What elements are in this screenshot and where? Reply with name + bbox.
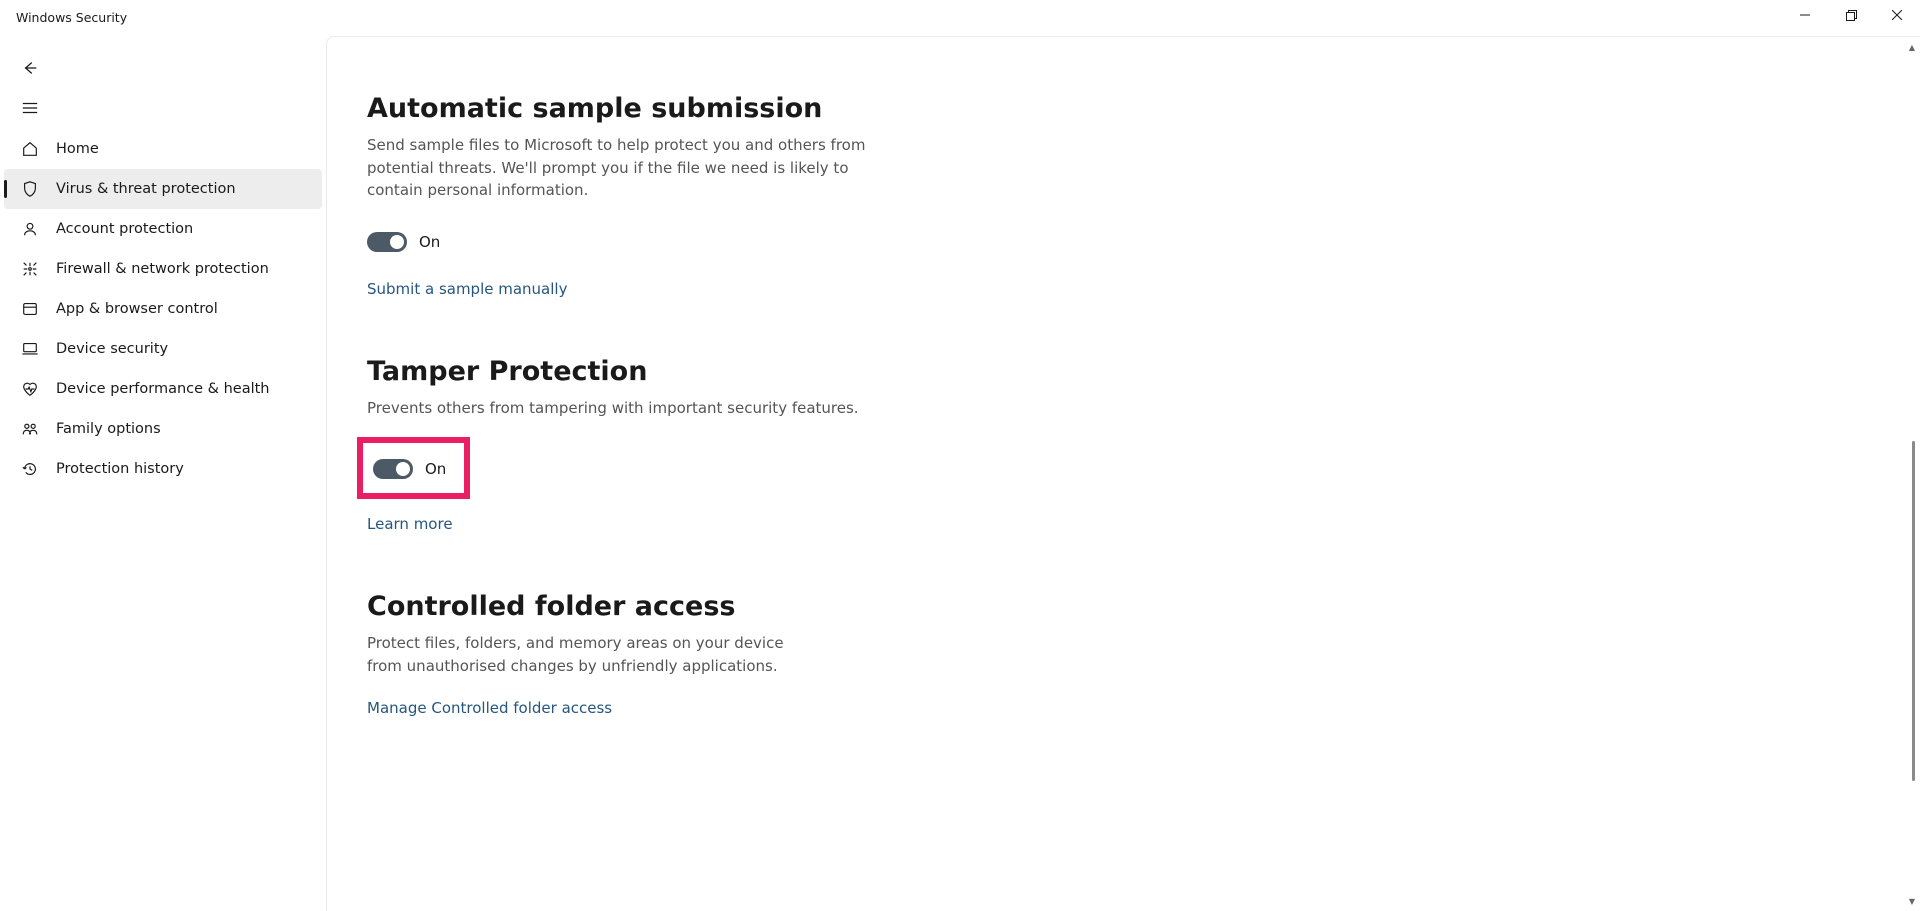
sidebar-item-label: Firewall & network protection	[56, 261, 269, 277]
scroll-thumb[interactable]	[1912, 441, 1915, 781]
arrow-left-icon	[21, 59, 39, 77]
sidebar-item-label: Virus & threat protection	[56, 181, 236, 197]
section-title: Automatic sample submission	[367, 93, 1880, 124]
device-icon	[21, 340, 39, 358]
section-title: Tamper Protection	[367, 356, 1880, 387]
section-description: Protect files, folders, and memory areas…	[367, 632, 817, 677]
sidebar-item-label: App & browser control	[56, 301, 218, 317]
section-controlled-folder-access: Controlled folder access Protect files, …	[367, 591, 1880, 717]
section-automatic-sample-submission: Automatic sample submission Send sample …	[367, 93, 1880, 298]
toggle-state-label: On	[419, 233, 440, 251]
back-button[interactable]	[4, 48, 322, 88]
sidebar-item-family-options[interactable]: Family options	[4, 409, 322, 449]
sidebar-item-label: Protection history	[56, 461, 184, 477]
family-icon	[21, 420, 39, 438]
sidebar-item-firewall[interactable]: Firewall & network protection	[4, 249, 322, 289]
shield-icon	[21, 180, 39, 198]
history-icon	[21, 460, 39, 478]
sidebar-item-label: Account protection	[56, 221, 193, 237]
vertical-scrollbar[interactable]: ▲ ▼	[1906, 41, 1918, 907]
nav-hamburger-button[interactable]	[4, 88, 322, 128]
scroll-up-icon: ▲	[1906, 41, 1918, 53]
window-controls	[1782, 0, 1920, 30]
sidebar-item-home[interactable]: Home	[4, 129, 322, 169]
toggle-switch-icon	[373, 459, 413, 479]
link-manage-controlled-folder-access[interactable]: Manage Controlled folder access	[367, 699, 1880, 717]
sidebar-item-device-security[interactable]: Device security	[4, 329, 322, 369]
app-browser-icon	[21, 300, 39, 318]
section-description: Prevents others from tampering with impo…	[367, 397, 867, 420]
link-submit-sample-manually[interactable]: Submit a sample manually	[367, 280, 1880, 298]
scroll-down-icon: ▼	[1906, 895, 1918, 907]
firewall-icon	[21, 260, 39, 278]
toggle-state-label: On	[425, 460, 446, 478]
maximize-button[interactable]	[1828, 0, 1874, 30]
highlight-annotation: On	[357, 437, 470, 499]
minimize-button[interactable]	[1782, 0, 1828, 30]
section-tamper-protection: Tamper Protection Prevents others from t…	[367, 356, 1880, 534]
section-title: Controlled folder access	[367, 591, 1880, 622]
toggle-tamper-protection[interactable]: On	[367, 459, 446, 479]
hamburger-icon	[21, 99, 39, 117]
account-icon	[21, 220, 39, 238]
sidebar-item-label: Family options	[56, 421, 161, 437]
sidebar: Home Virus & threat protection Account p…	[0, 36, 326, 911]
sidebar-item-device-performance[interactable]: Device performance & health	[4, 369, 322, 409]
health-icon	[21, 380, 39, 398]
window-title: Windows Security	[16, 0, 127, 25]
content-panel: Automatic sample submission Send sample …	[326, 36, 1920, 911]
toggle-switch-icon	[367, 232, 407, 252]
sidebar-item-protection-history[interactable]: Protection history	[4, 449, 322, 489]
section-description: Send sample files to Microsoft to help p…	[367, 134, 867, 202]
sidebar-item-label: Home	[56, 141, 99, 157]
home-icon	[21, 140, 39, 158]
close-button[interactable]	[1874, 0, 1920, 30]
link-learn-more[interactable]: Learn more	[367, 515, 1880, 533]
sidebar-item-label: Device performance & health	[56, 381, 270, 397]
sidebar-item-app-browser[interactable]: App & browser control	[4, 289, 322, 329]
titlebar: Windows Security	[0, 0, 1920, 36]
toggle-automatic-sample-submission[interactable]: On	[367, 232, 1880, 252]
sidebar-item-account-protection[interactable]: Account protection	[4, 209, 322, 249]
sidebar-item-virus-threat[interactable]: Virus & threat protection	[4, 169, 322, 209]
sidebar-item-label: Device security	[56, 341, 168, 357]
